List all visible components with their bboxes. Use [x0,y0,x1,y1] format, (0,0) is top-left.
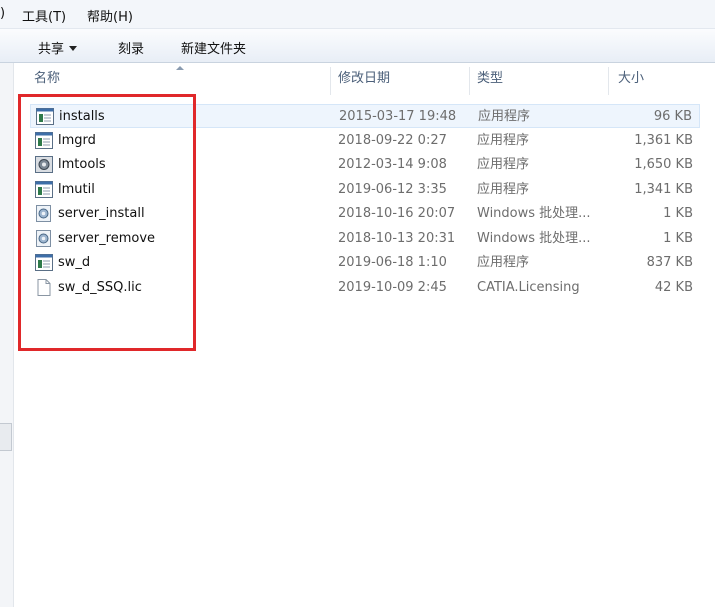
share-button[interactable]: 共享 [38,38,78,57]
file-size: 42 KB [654,279,693,295]
file-type: CATIA.Licensing [477,279,580,295]
menu-bar: ) 工具(T) 帮助(H) [0,0,715,29]
file-size: 96 KB [653,109,692,124]
file-modified-date: 2018-10-13 20:31 [338,230,456,246]
file-modified-date: 2018-09-22 0:27 [338,132,447,148]
file-type: Windows 批处理... [477,230,591,246]
column-divider[interactable] [330,67,331,95]
file-type: 应用程序 [477,132,530,148]
blank-area [252,297,430,397]
column-header: 名称 修改日期 类型 大小 [14,63,715,95]
file-modified-date: 2015-03-17 19:48 [339,109,457,124]
menu-item-partial[interactable]: ) [0,6,5,21]
annotation-highlight-box [18,94,196,351]
file-size: 837 KB [646,255,693,270]
chevron-down-icon [69,46,78,51]
file-size: 1,650 KB [634,157,693,172]
column-divider[interactable] [608,67,609,95]
column-header-type[interactable]: 类型 [477,63,503,95]
sort-ascending-icon [176,66,184,70]
file-size: 1 KB [663,206,693,221]
command-toolbar: 共享 刻录 新建文件夹 [0,29,715,63]
file-modified-date: 2018-10-16 20:07 [338,206,456,221]
column-header-name[interactable]: 名称 [34,63,60,95]
file-type: 应用程序 [477,181,530,197]
file-type: 应用程序 [477,255,530,270]
file-modified-date: 2019-06-18 1:10 [338,255,447,270]
file-size: 1 KB [663,230,693,246]
file-type: Windows 批处理... [477,206,591,221]
column-divider[interactable] [469,67,470,95]
new-folder-button[interactable]: 新建文件夹 [181,38,246,57]
column-header-size[interactable]: 大小 [618,63,644,95]
pane-splitter-handle[interactable] [0,423,12,451]
navigation-pane[interactable] [0,63,14,607]
menu-item-help[interactable]: 帮助(H) [87,6,133,25]
burn-button[interactable]: 刻录 [118,38,144,57]
file-modified-date: 2019-10-09 2:45 [338,279,447,295]
file-type: 应用程序 [477,157,530,172]
menu-item-tools[interactable]: 工具(T) [22,6,66,25]
share-button-label: 共享 [38,42,65,57]
column-header-modified[interactable]: 修改日期 [338,63,390,95]
file-modified-date: 2012-03-14 9:08 [338,157,447,172]
file-type: 应用程序 [478,109,531,124]
file-modified-date: 2019-06-12 3:35 [338,181,447,197]
file-size: 1,341 KB [634,181,693,197]
file-size: 1,361 KB [634,132,693,148]
